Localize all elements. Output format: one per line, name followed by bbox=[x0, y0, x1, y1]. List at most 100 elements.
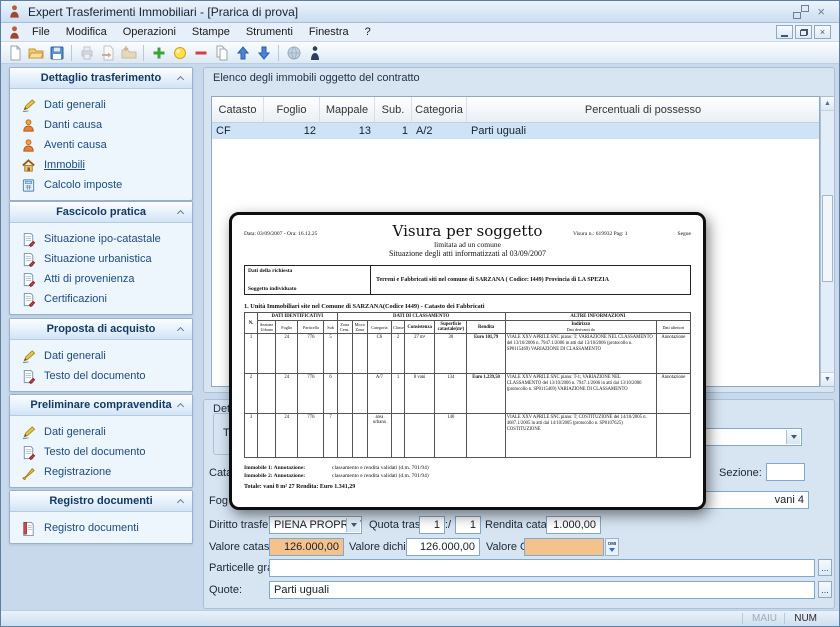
sidebar-item-atti-di-provenienza[interactable]: Atti di provenienza bbox=[21, 269, 188, 289]
vt-cell bbox=[405, 414, 435, 458]
sidebar-item-situazione-urbanistica[interactable]: Situazione urbanistica bbox=[21, 249, 188, 269]
document-icon bbox=[21, 232, 36, 247]
panel-header[interactable]: Preliminare compravendita bbox=[10, 395, 192, 416]
vt-cell: 6 bbox=[324, 374, 337, 414]
menu-finestra[interactable]: Finestra bbox=[301, 24, 357, 40]
new-document-button[interactable] bbox=[4, 43, 25, 63]
dropdown-icon[interactable] bbox=[786, 430, 800, 444]
menu-stampe[interactable]: Stampe bbox=[184, 24, 238, 40]
vt-cell: 2 bbox=[391, 334, 404, 374]
panel-header[interactable]: Fascicolo pratica bbox=[10, 202, 192, 223]
vt-cell: 5 bbox=[324, 334, 337, 374]
mdi-close-button[interactable]: × bbox=[814, 25, 831, 39]
scrollbar-thumb[interactable] bbox=[822, 195, 833, 282]
add-button[interactable] bbox=[148, 43, 169, 63]
sidebar-item-label: Dati generali bbox=[44, 426, 106, 438]
column-header-categoria[interactable]: Categoria bbox=[412, 97, 467, 122]
menu-file[interactable]: File bbox=[24, 24, 58, 40]
panel-title: Fascicolo pratica bbox=[56, 206, 146, 218]
sidebar-item-registro-documenti[interactable]: Registro documenti bbox=[21, 518, 188, 538]
document-icon bbox=[21, 445, 36, 460]
panel-preliminare-compravendita: Preliminare compravendita Dati generali … bbox=[9, 394, 193, 488]
column-header-mappale[interactable]: Mappale bbox=[320, 97, 375, 122]
cell-foglio: 12 bbox=[264, 123, 320, 139]
status-bar: MAIU NUM bbox=[1, 610, 839, 626]
vt-group-altre: ALTRE INFORMAZIONI bbox=[505, 313, 690, 321]
person-icon bbox=[21, 138, 36, 153]
rendita-catastale-field[interactable]: 1.000,00 bbox=[546, 516, 601, 534]
column-header-sub[interactable]: Sub. bbox=[375, 97, 412, 122]
quota-numeratore-field[interactable]: 1 bbox=[419, 516, 445, 534]
save-button[interactable] bbox=[46, 43, 67, 63]
help-icon bbox=[286, 45, 302, 61]
help-button[interactable] bbox=[283, 43, 304, 63]
panel-header[interactable]: Registro documenti bbox=[10, 491, 192, 512]
move-down-button[interactable] bbox=[253, 43, 274, 63]
export-document-button[interactable] bbox=[97, 43, 118, 63]
cell-catasto: CF bbox=[212, 123, 264, 139]
visura-row-2: 2 24 776 6 A/7 1 8 vani 134 Euro 1.239,5… bbox=[245, 374, 691, 414]
omi-button[interactable]: OMI bbox=[605, 538, 619, 556]
move-up-button[interactable] bbox=[232, 43, 253, 63]
exit-button[interactable] bbox=[304, 43, 325, 63]
visura-reference: Visura n.: 619932 Pag: 1 bbox=[573, 231, 628, 258]
particelle-graffate-field[interactable] bbox=[269, 559, 815, 577]
quote-ellipsis-button[interactable]: ... bbox=[818, 581, 832, 598]
valore-omi-field[interactable] bbox=[524, 538, 604, 556]
sidebar-item-danti-causa[interactable]: Danti causa bbox=[21, 115, 188, 135]
sidebar-item-dati-generali-proposta[interactable]: Dati generali bbox=[21, 346, 188, 366]
vt-cell bbox=[467, 414, 505, 458]
open-button[interactable] bbox=[25, 43, 46, 63]
menu-strumenti[interactable]: Strumenti bbox=[238, 24, 301, 40]
table-row[interactable]: CF 12 13 1 A/2 Parti uguali bbox=[212, 123, 819, 139]
sidebar-item-immobili[interactable]: Immobili bbox=[21, 155, 188, 175]
visura-row-3: 3 24 776 7 area urbana 140 VIALE XXV APR… bbox=[245, 414, 691, 458]
column-header-catasto[interactable]: Catasto bbox=[212, 97, 264, 122]
sidebar-item-dati-generali-preliminare[interactable]: Dati generali bbox=[21, 422, 188, 442]
column-header-percentuali[interactable]: Percentuali di possesso bbox=[467, 97, 819, 122]
valore-dichiarato-field[interactable]: 126.000,00 bbox=[406, 538, 480, 556]
sidebar-item-situazione-ipo-catastale[interactable]: Situazione ipo-catastale bbox=[21, 229, 188, 249]
vertical-scrollbar[interactable]: ▲ ▼ bbox=[820, 96, 835, 387]
valore-catastale-field[interactable]: 126.000,00 bbox=[269, 538, 344, 556]
dropdown-icon[interactable] bbox=[346, 518, 360, 532]
vt-header-consistenza: Consistenza bbox=[405, 321, 435, 334]
mdi-minimize-button[interactable] bbox=[776, 25, 793, 39]
panel-header[interactable]: Dettaglio trasferimento bbox=[10, 68, 192, 89]
sidebar-item-calcolo-imposte[interactable]: Calcolo imposte bbox=[21, 175, 188, 195]
vt-cell: 776 bbox=[298, 334, 324, 374]
diritto-trasferito-combobox[interactable]: PIENA PROPRIETA' bbox=[269, 516, 362, 534]
scroll-down-button[interactable]: ▼ bbox=[821, 372, 834, 386]
mdi-child-icon bbox=[7, 25, 22, 40]
delete-button[interactable] bbox=[190, 43, 211, 63]
sidebar-item-testo-documento-preliminare[interactable]: Testo del documento bbox=[21, 442, 188, 462]
mdi-restore-button[interactable] bbox=[795, 25, 812, 39]
menu-operazioni[interactable]: Operazioni bbox=[115, 24, 184, 40]
quote-field[interactable]: Parti uguali bbox=[269, 581, 815, 599]
sidebar-item-certificazioni[interactable]: Certificazioni bbox=[21, 289, 188, 309]
immobili-table-header: Catasto Foglio Mappale Sub. Categoria Pe… bbox=[212, 97, 819, 123]
scroll-up-button[interactable]: ▲ bbox=[821, 97, 834, 111]
edit-button[interactable] bbox=[169, 43, 190, 63]
menu-modifica[interactable]: Modifica bbox=[58, 24, 115, 40]
menu-help[interactable]: ? bbox=[357, 24, 379, 40]
import-folder-button[interactable] bbox=[118, 43, 139, 63]
particelle-ellipsis-button[interactable]: ... bbox=[818, 559, 832, 576]
status-num: NUM bbox=[794, 613, 817, 624]
copy-document-button[interactable] bbox=[211, 43, 232, 63]
sidebar-item-testo-documento-proposta[interactable]: Testo del documento bbox=[21, 366, 188, 386]
sezione-field[interactable] bbox=[766, 463, 805, 481]
close-button[interactable]: × bbox=[817, 5, 825, 18]
column-header-foglio[interactable]: Foglio bbox=[264, 97, 320, 122]
sidebar-item-dati-generali[interactable]: Dati generali bbox=[21, 95, 188, 115]
quota-denominatore-field[interactable]: 1 bbox=[455, 516, 481, 534]
print-button[interactable] bbox=[76, 43, 97, 63]
new-document-icon bbox=[7, 45, 23, 61]
sidebar-item-label: Dati generali bbox=[44, 99, 106, 111]
sidebar-item-registrazione[interactable]: Registrazione bbox=[21, 462, 188, 482]
vt-header-particella: Particella bbox=[298, 321, 324, 334]
vt-cell bbox=[391, 414, 404, 458]
sidebar-item-aventi-causa[interactable]: Aventi causa bbox=[21, 135, 188, 155]
vt-header-foglio: Foglio bbox=[276, 321, 298, 334]
panel-header[interactable]: Proposta di acquisto bbox=[10, 319, 192, 340]
